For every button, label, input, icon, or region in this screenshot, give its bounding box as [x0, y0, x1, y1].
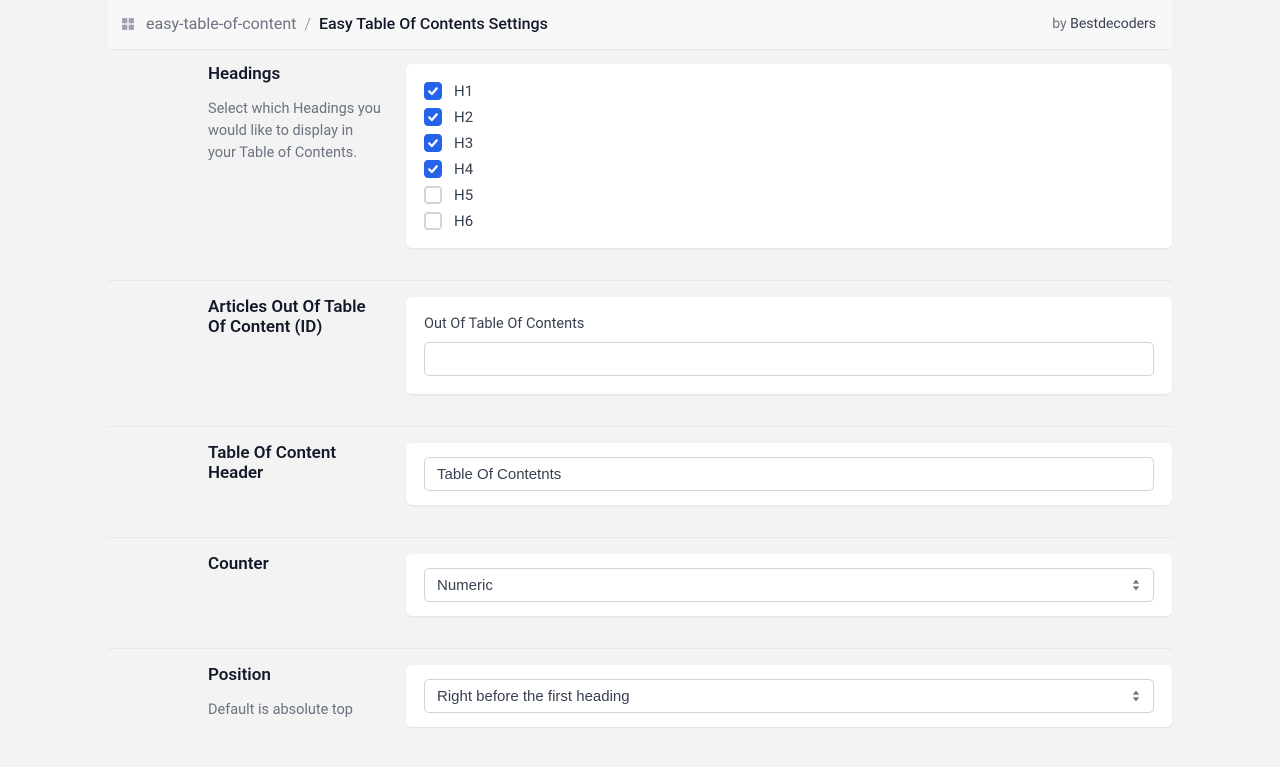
checkbox-label: H2 — [454, 108, 473, 126]
checkbox-label: H6 — [454, 212, 473, 230]
checkbox-row: H3 — [424, 134, 1154, 152]
checkbox-row: H4 — [424, 160, 1154, 178]
checkbox-label: H5 — [454, 186, 473, 204]
toc-header-card — [406, 443, 1172, 505]
checkbox-label: H1 — [454, 82, 473, 100]
counter-select[interactable]: Numeric — [424, 568, 1154, 602]
setting-position: Position Default is absolute top Right b… — [108, 648, 1172, 743]
heading-title: Headings — [208, 64, 382, 84]
header-left: easy-table-of-content / Easy Table Of Co… — [120, 14, 548, 33]
checkbox-row: H1 — [424, 82, 1154, 100]
heading-checkbox-h4[interactable] — [424, 160, 442, 178]
position-title: Position — [208, 665, 382, 685]
articles-out-label: Out Of Table Of Contents — [424, 315, 1154, 332]
header-bar: easy-table-of-content / Easy Table Of Co… — [108, 0, 1172, 50]
breadcrumb-parent[interactable]: easy-table-of-content — [146, 14, 296, 33]
settings-form: Headings Select which Headings you would… — [108, 50, 1172, 767]
author-name[interactable]: Bestdecoders — [1070, 16, 1156, 32]
headings-card: H1 H2 H3 H4 H5 H6 — [406, 64, 1172, 248]
heading-checkbox-h2[interactable] — [424, 108, 442, 126]
articles-out-title: Articles Out Of Table Of Content (ID) — [208, 297, 382, 337]
heading-checkbox-h5[interactable] — [424, 186, 442, 204]
checkbox-row: H6 — [424, 212, 1154, 230]
position-select[interactable]: Right before the first heading — [424, 679, 1154, 713]
blocks-icon — [120, 16, 136, 32]
breadcrumb: easy-table-of-content / Easy Table Of Co… — [146, 14, 548, 33]
checkbox-label: H4 — [454, 160, 473, 178]
setting-toc-header: Table Of Content Header — [108, 426, 1172, 521]
checkbox-row: H5 — [424, 186, 1154, 204]
toc-header-title: Table Of Content Header — [208, 443, 382, 483]
checkbox-row: H2 — [424, 108, 1154, 126]
setting-headings: Headings Select which Headings you would… — [108, 50, 1172, 264]
heading-checkbox-h6[interactable] — [424, 212, 442, 230]
breadcrumb-sep: / — [304, 14, 311, 33]
counter-card: Numeric — [406, 554, 1172, 616]
by-label: by — [1052, 16, 1070, 32]
heading-checkbox-h3[interactable] — [424, 134, 442, 152]
setting-counter: Counter Numeric — [108, 537, 1172, 632]
checkbox-label: H3 — [454, 134, 473, 152]
position-card: Right before the first heading — [406, 665, 1172, 727]
toc-header-input[interactable] — [424, 457, 1154, 491]
header-author: by Bestdecoders — [1052, 16, 1156, 32]
headings-checklist: H1 H2 H3 H4 H5 H6 — [424, 82, 1154, 230]
articles-out-card: Out Of Table Of Contents — [406, 297, 1172, 394]
breadcrumb-current: Easy Table Of Contents Settings — [319, 14, 548, 33]
setting-articles-out: Articles Out Of Table Of Content (ID) Ou… — [108, 280, 1172, 410]
position-desc: Default is absolute top — [208, 699, 382, 721]
articles-out-input[interactable] — [424, 342, 1154, 376]
heading-desc: Select which Headings you would like to … — [208, 98, 382, 163]
counter-title: Counter — [208, 554, 382, 574]
heading-checkbox-h1[interactable] — [424, 82, 442, 100]
